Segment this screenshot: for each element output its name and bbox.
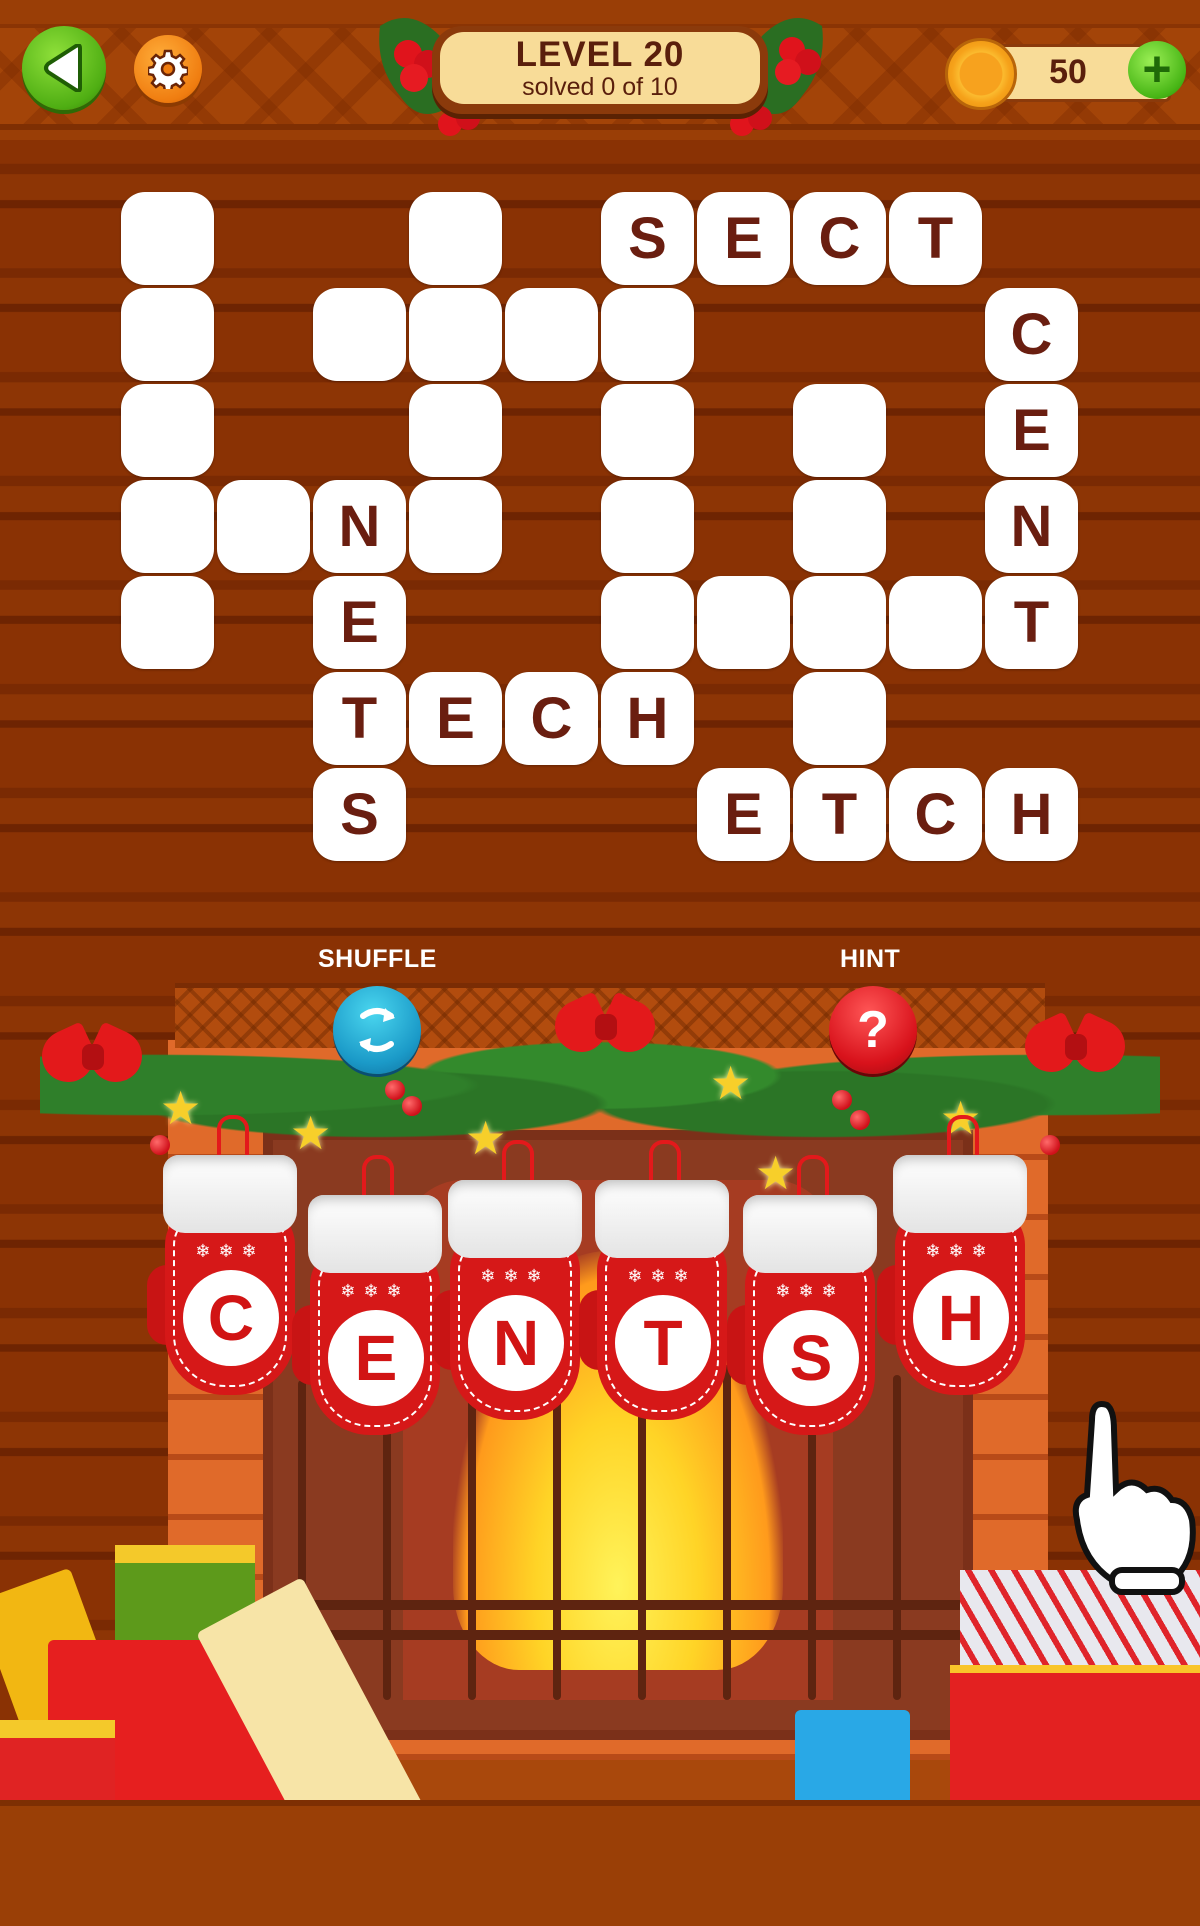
hearth: [0, 1800, 1200, 1926]
letter-mitten[interactable]: ❄❄❄ E: [292, 1155, 442, 1435]
crossword-grid: SECTCENNETTECHSETCH: [0, 0, 1200, 900]
grid-cell-empty: [505, 288, 598, 381]
grid-cell-empty: [889, 576, 982, 669]
question-mark-icon: ?: [857, 1001, 889, 1059]
pointing-hand-icon: [1072, 1401, 1196, 1595]
grid-cell-filled: E: [313, 576, 406, 669]
berry: [1040, 1135, 1060, 1155]
letter-tile: N: [468, 1295, 564, 1391]
grid-cell-empty: [601, 480, 694, 573]
bow-decoration: [1025, 1010, 1125, 1090]
star-decoration: ★: [465, 1112, 507, 1164]
grid-cell-empty: [313, 288, 406, 381]
grid-cell-empty: [121, 192, 214, 285]
mitten-cuff: [743, 1195, 877, 1273]
grid-cell-empty: [793, 672, 886, 765]
grid-cell-empty: [409, 480, 502, 573]
grid-cell-empty: [601, 384, 694, 477]
star-decoration: ★: [755, 1147, 797, 1199]
grid-cell-empty: [121, 480, 214, 573]
mitten-cuff: [893, 1155, 1027, 1233]
grid-cell-empty: [793, 576, 886, 669]
grid-cell-empty: [697, 576, 790, 669]
grid-cell-empty: [409, 288, 502, 381]
snowflake-icon: ❄❄❄: [340, 1281, 410, 1301]
letter-tile: T: [615, 1295, 711, 1391]
grid-cell-filled: H: [985, 768, 1078, 861]
bow-decoration: [42, 1020, 142, 1100]
mitten-cuff: [448, 1180, 582, 1258]
snowflake-icon: ❄❄❄: [480, 1266, 550, 1286]
mitten-cuff: [163, 1155, 297, 1233]
shuffle-label: SHUFFLE: [318, 945, 437, 973]
grid-cell-filled: T: [313, 672, 406, 765]
berry: [385, 1080, 405, 1100]
snowflake-icon: ❄❄❄: [925, 1241, 995, 1261]
snowflake-icon: ❄❄❄: [627, 1266, 697, 1286]
grid-cell-empty: [121, 288, 214, 381]
grid-cell-filled: N: [985, 480, 1078, 573]
grate-bar: [893, 1375, 901, 1700]
grid-cell-filled: T: [793, 768, 886, 861]
letter-mitten[interactable]: ❄❄❄ H: [877, 1115, 1027, 1395]
star-decoration: ★: [160, 1082, 202, 1134]
grid-cell-empty: [409, 192, 502, 285]
letter-tile: E: [328, 1310, 424, 1406]
star-decoration: ★: [710, 1057, 752, 1109]
grate-rail: [273, 1600, 963, 1610]
berry: [832, 1090, 852, 1110]
snowflake-icon: ❄❄❄: [775, 1281, 845, 1301]
shuffle-button[interactable]: [333, 986, 421, 1074]
berry: [402, 1096, 422, 1116]
grid-cell-empty: [793, 384, 886, 477]
mitten-cuff: [308, 1195, 442, 1273]
grid-cell-filled: S: [313, 768, 406, 861]
berry: [150, 1135, 170, 1155]
grid-cell-filled: S: [601, 192, 694, 285]
letter-tile: H: [913, 1270, 1009, 1366]
hint-button[interactable]: ?: [829, 986, 917, 1074]
letter-mitten[interactable]: ❄❄❄ S: [727, 1155, 877, 1435]
grid-cell-filled: C: [985, 288, 1078, 381]
letter-tile: C: [183, 1270, 279, 1366]
hint-label: HINT: [840, 945, 901, 973]
grid-cell-empty: [217, 480, 310, 573]
grid-cell-empty: [793, 480, 886, 573]
letter-tile: S: [763, 1310, 859, 1406]
shuffle-icon: [359, 1008, 395, 1052]
letter-mitten[interactable]: ❄❄❄ T: [579, 1140, 729, 1420]
grid-cell-filled: T: [889, 192, 982, 285]
grate-rail: [273, 1630, 963, 1640]
grid-cell-filled: C: [505, 672, 598, 765]
grid-cell-filled: E: [697, 768, 790, 861]
bow-decoration: [555, 990, 655, 1070]
grid-cell-empty: [121, 384, 214, 477]
grid-cell-filled: C: [793, 192, 886, 285]
grid-cell-empty: [601, 576, 694, 669]
snowflake-icon: ❄❄❄: [195, 1241, 265, 1261]
letter-mitten[interactable]: ❄❄❄ C: [147, 1115, 297, 1395]
grid-cell-filled: E: [985, 384, 1078, 477]
grid-cell-filled: T: [985, 576, 1078, 669]
grid-cell-filled: N: [313, 480, 406, 573]
grid-cell-filled: H: [601, 672, 694, 765]
grid-cell-empty: [121, 576, 214, 669]
mitten-cuff: [595, 1180, 729, 1258]
star-decoration: ★: [290, 1107, 332, 1159]
letter-mitten[interactable]: ❄❄❄ N: [432, 1140, 582, 1420]
grid-cell-filled: E: [697, 192, 790, 285]
berry: [850, 1110, 870, 1130]
grid-cell-filled: C: [889, 768, 982, 861]
grid-cell-filled: E: [409, 672, 502, 765]
grid-cell-empty: [409, 384, 502, 477]
grid-cell-empty: [601, 288, 694, 381]
